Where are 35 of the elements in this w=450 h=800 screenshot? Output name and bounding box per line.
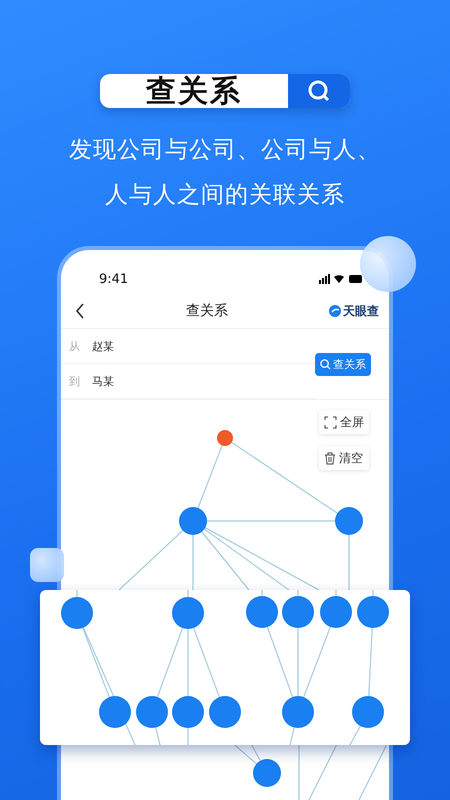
tool-button[interactable]: 清空 [319, 446, 369, 470]
headline: 发现公司与公司、公司与人、 [69, 136, 381, 165]
graph-node[interactable] [357, 596, 389, 628]
graph-node[interactable] [209, 696, 241, 728]
graph-node[interactable] [61, 597, 93, 629]
back-icon[interactable] [75, 303, 85, 319]
graph-node[interactable] [282, 596, 314, 628]
trash-icon [324, 452, 336, 464]
graph-node[interactable] [179, 507, 207, 535]
graph-node[interactable] [172, 597, 204, 629]
tool-button[interactable]: 全屏 [319, 410, 369, 434]
brand-name: 天眼查 [343, 302, 379, 320]
graph-node[interactable] [282, 696, 314, 728]
graph-node[interactable] [172, 696, 204, 728]
graph-node[interactable] [246, 596, 278, 628]
bubble-decoration [30, 548, 64, 582]
headline: 人与人之间的关联关系 [105, 181, 345, 210]
graph-node[interactable] [99, 696, 131, 728]
search-icon [320, 358, 331, 370]
status-icons [319, 274, 363, 284]
logo-icon [329, 305, 341, 317]
graph-node[interactable] [352, 696, 384, 728]
graph-node[interactable] [335, 507, 363, 535]
graph-node[interactable] [253, 759, 281, 787]
status-time: 9:41 [99, 272, 128, 286]
fullscreen-icon [324, 416, 337, 428]
nav-title: 查关系 [186, 302, 228, 320]
graph-node[interactable] [136, 696, 168, 728]
person-field[interactable]: 到 马某 [61, 364, 315, 399]
graph-node[interactable] [217, 430, 233, 446]
banner-title: 查关系 [144, 74, 243, 108]
graph-node[interactable] [320, 596, 352, 628]
person-field[interactable]: 从 赵某 [61, 329, 315, 364]
query-button[interactable]: 查关系 [315, 352, 371, 376]
search-icon [307, 79, 331, 103]
